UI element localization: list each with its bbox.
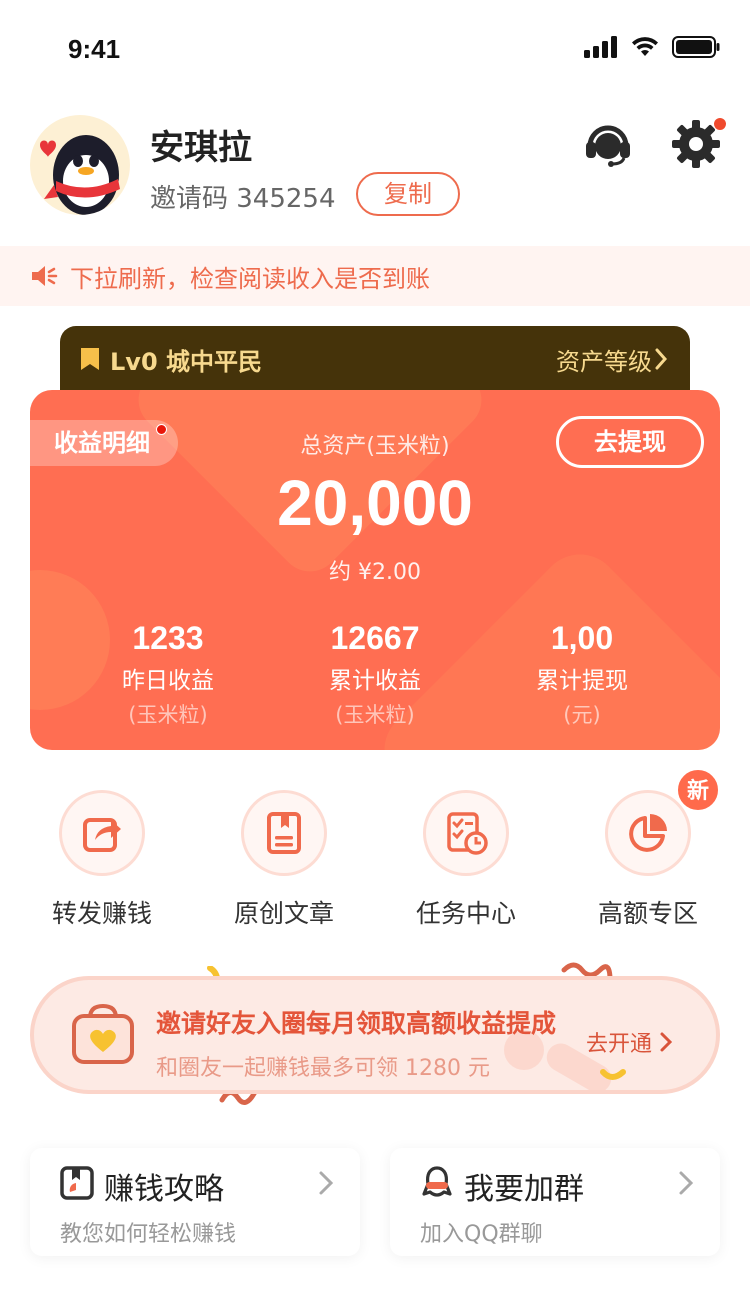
withdraw-button[interactable]: 去提现 bbox=[556, 416, 704, 468]
earnings-detail-dot bbox=[156, 424, 167, 435]
qq-penguin-icon bbox=[422, 1166, 452, 1197]
stat-value: 12667 bbox=[330, 620, 420, 656]
copy-button[interactable]: 复制 bbox=[356, 172, 460, 216]
stat-yesterday: 1233 昨日收益 (玉米粒) bbox=[53, 620, 283, 729]
card-subtitle: 加入QQ群聊 bbox=[420, 1222, 543, 1247]
stat-value: 1,00 bbox=[550, 620, 614, 656]
card-title: 赚钱攻略 bbox=[104, 1172, 224, 1207]
feature-icon-circle bbox=[241, 790, 327, 876]
feature-share-earn[interactable]: 转发赚钱 bbox=[12, 790, 192, 930]
bookmark-icon bbox=[81, 348, 99, 370]
feature-icon-circle bbox=[605, 790, 691, 876]
share-icon bbox=[83, 818, 121, 852]
headset-icon bbox=[586, 125, 630, 167]
battery-icon bbox=[672, 36, 720, 58]
customer-service-button[interactable] bbox=[582, 118, 634, 170]
task-icon bbox=[447, 812, 488, 855]
stat-unit: (玉米粒) bbox=[128, 703, 208, 727]
feature-icon-circle bbox=[423, 790, 509, 876]
asset-card: 总资产(玉米粒) 20,000 约 ¥2.00 收益明细 去提现 1233 昨日… bbox=[30, 390, 720, 750]
stat-total-earnings: 12667 累计收益 (玉米粒) bbox=[260, 620, 490, 729]
money-guide-card[interactable]: 赚钱攻略 教您如何轻松赚钱 bbox=[30, 1148, 360, 1256]
card-title: 我要加群 bbox=[464, 1172, 584, 1207]
stat-label: 累计收益 bbox=[329, 668, 421, 694]
banner-title: 邀请好友入圈每月领取高额收益提成 bbox=[156, 1009, 557, 1038]
total-assets-approx: 约 ¥2.00 bbox=[329, 560, 421, 585]
banner-activate-label: 去开通 bbox=[586, 1032, 653, 1057]
wifi-icon bbox=[632, 37, 658, 56]
stat-unit: (元) bbox=[563, 703, 601, 727]
notice-bar: 下拉刷新，检查阅读收入是否到账 bbox=[0, 246, 750, 306]
chevron-right-icon bbox=[655, 348, 668, 370]
feature-task-center[interactable]: 任务中心 bbox=[376, 790, 556, 930]
feature-label: 原创文章 bbox=[233, 899, 334, 928]
status-icons bbox=[584, 36, 720, 58]
feature-icon-circle bbox=[59, 790, 145, 876]
stat-total-withdrawn: 1,00 累计提现 (元) bbox=[467, 620, 697, 729]
join-group-card[interactable]: 我要加群 加入QQ群聊 bbox=[390, 1148, 720, 1256]
stat-unit: (玉米粒) bbox=[335, 703, 415, 727]
level-bar[interactable]: Lv0 城中平民 资产等级 bbox=[60, 326, 690, 392]
total-assets-value: 20,000 bbox=[277, 467, 473, 539]
invite-code: 邀请码 345254 bbox=[150, 184, 336, 214]
gift-bag-icon bbox=[72, 1003, 134, 1064]
banner-activate-link[interactable]: 去开通 bbox=[586, 1026, 674, 1058]
feature-label: 高额专区 bbox=[597, 899, 698, 928]
stat-label: 累计提现 bbox=[536, 668, 628, 694]
confetti-decoration bbox=[600, 1069, 626, 1080]
feature-label: 任务中心 bbox=[415, 899, 516, 928]
settings-notification-dot bbox=[714, 118, 726, 130]
article-icon bbox=[267, 812, 301, 854]
chevron-right-icon bbox=[319, 1171, 334, 1195]
user-name: 安琪拉 bbox=[150, 128, 252, 168]
signal-icon bbox=[584, 36, 617, 58]
stat-label: 昨日收益 bbox=[122, 668, 214, 694]
pie-chart-icon bbox=[629, 814, 667, 852]
chevron-right-icon bbox=[679, 1171, 694, 1195]
notice-text: 下拉刷新，检查阅读收入是否到账 bbox=[70, 264, 430, 293]
asset-level-label: 资产等级 bbox=[556, 347, 652, 376]
feature-original-article[interactable]: 原创文章 bbox=[194, 790, 374, 930]
guide-book-icon bbox=[60, 1166, 94, 1200]
status-time: 9:41 bbox=[68, 34, 121, 64]
chevron-right-icon bbox=[660, 1032, 673, 1052]
level-label: Lv0 城中平民 bbox=[110, 347, 262, 376]
asset-level-link[interactable]: 资产等级 bbox=[556, 342, 670, 377]
stat-value: 1233 bbox=[132, 620, 204, 656]
feature-high-reward-zone[interactable]: 高额专区 bbox=[558, 790, 738, 930]
avatar[interactable] bbox=[30, 115, 130, 215]
card-subtitle: 教您如何轻松赚钱 bbox=[60, 1222, 237, 1247]
feature-label: 转发赚钱 bbox=[51, 899, 152, 928]
banner-subtitle: 和圈友一起赚钱最多可领 1280 元 bbox=[156, 1056, 490, 1081]
new-badge: 新 bbox=[676, 768, 720, 812]
speaker-icon bbox=[32, 266, 58, 286]
penguin-avatar-icon bbox=[40, 135, 120, 215]
